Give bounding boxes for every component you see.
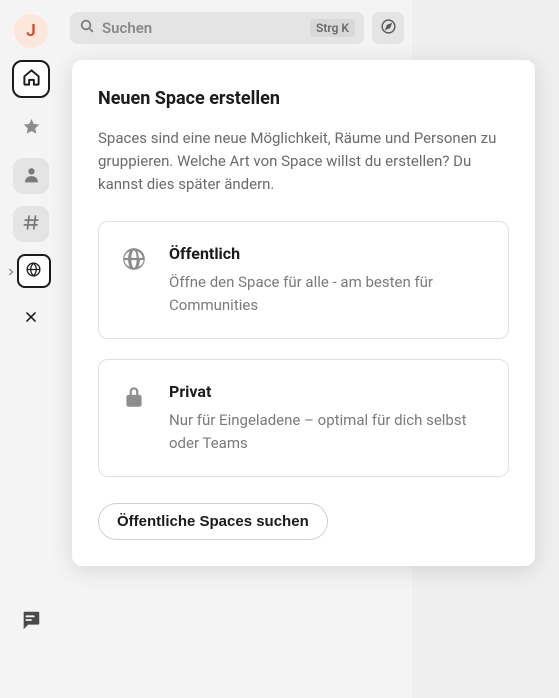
search-public-spaces-button[interactable]: Öffentliche Spaces suchen xyxy=(98,503,328,540)
public-space-option[interactable]: Öffentlich Öffne den Space für alle - am… xyxy=(98,221,509,339)
globe-icon xyxy=(121,246,147,272)
create-space-modal: Neuen Space erstellen Spaces sind eine n… xyxy=(72,60,535,566)
lock-icon xyxy=(121,384,147,410)
private-option-desc: Nur für Eingeladene – optimal für dich s… xyxy=(169,409,486,454)
modal-description: Spaces sind eine neue Möglichkeit, Räume… xyxy=(98,127,509,195)
public-option-desc: Öffne den Space für alle - am besten für… xyxy=(169,271,486,316)
modal-title: Neuen Space erstellen xyxy=(98,88,509,109)
public-option-title: Öffentlich xyxy=(169,244,486,263)
private-option-body: Privat Nur für Eingeladene – optimal für… xyxy=(169,382,486,454)
private-space-option[interactable]: Privat Nur für Eingeladene – optimal für… xyxy=(98,359,509,477)
private-option-title: Privat xyxy=(169,382,486,401)
public-option-body: Öffentlich Öffne den Space für alle - am… xyxy=(169,244,486,316)
